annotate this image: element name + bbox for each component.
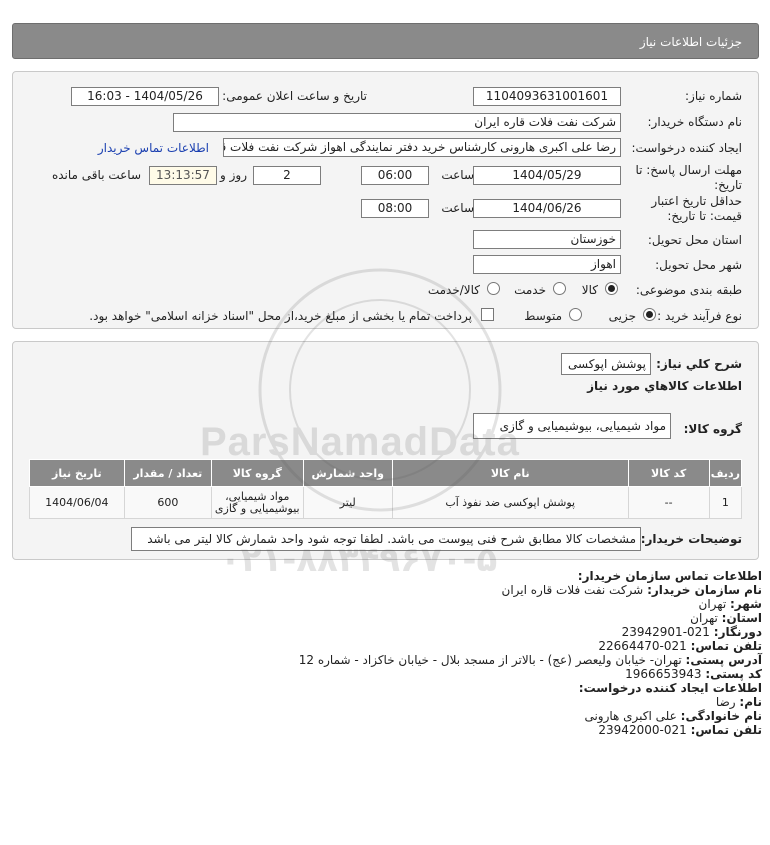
province-label: استان محل تحویل: — [647, 233, 742, 247]
creator-line: تلفن تماس: 021-23942000 — [598, 723, 762, 737]
validity-label-2: قیمت: تا تاریخ: — [667, 209, 742, 223]
creator-line: نام: رضا — [715, 695, 762, 709]
category-radio-service[interactable] — [553, 282, 566, 295]
remaining-timer: 13:13:57 — [149, 166, 217, 185]
page-header: جزئیات اطلاعات نیاز — [12, 23, 759, 59]
goods-table: ردیف کد کالا نام کالا واحد شمارش گروه کا… — [29, 459, 743, 519]
process-label: نوع فرآیند خرید : — [657, 309, 742, 323]
process-option-minor: جزیی — [608, 309, 636, 323]
buyer-org-field: شرکت نفت فلات قاره ایران — [173, 113, 621, 132]
treasury-payment-note: پرداخت تمام یا بخشی از مبلغ خرید،از محل … — [89, 309, 472, 323]
cell-item-code: -- — [627, 486, 710, 519]
process-radio-medium[interactable] — [569, 308, 582, 321]
col-item-code: کد کالا — [627, 459, 710, 487]
deadline-label-2: تاریخ: — [714, 178, 742, 192]
goods-group-field: مواد شیمیایی، بیوشیمیایی و گازی — [473, 413, 671, 439]
days-label: روز و — [220, 168, 247, 182]
validity-label: حداقل تاریخ اعتبار — [651, 194, 742, 208]
col-goods-group: گروه کالا — [211, 459, 304, 487]
col-item-name: نام کالا — [391, 459, 629, 487]
category-option-both: کالا/خدمت — [427, 283, 480, 297]
creator-field: رضا علی اکبری هارونی کارشناس خرید دفتر ن… — [223, 138, 621, 157]
cell-need-date: 1404/06/04 — [29, 486, 125, 519]
col-quantity: تعداد / مقدار — [123, 459, 213, 487]
table-header-row: ردیف کد کالا نام کالا واحد شمارش گروه کا… — [29, 459, 743, 487]
deadline-time-field: 06:00 — [361, 166, 429, 185]
announce-label: تاریخ و ساعت اعلان عمومی: — [222, 89, 367, 103]
buyer-org-label: نام دستگاه خریدار: — [647, 115, 743, 129]
buyer-notes-label: توضیحات خریدار: — [640, 532, 742, 546]
deadline-time-label: ساعت — [441, 168, 474, 182]
buyer-contact-link[interactable]: اطلاعات تماس خریدار — [98, 141, 209, 155]
city-label: شهر محل تحویل: — [655, 258, 742, 272]
contact-line: دورنگار: 021-23942901 — [621, 625, 762, 639]
contact-section-title: اطلاعات تماس سازمان خریدار: — [577, 569, 762, 583]
need-details-panel: شرح کلي نياز: پوشش اپوکسی اطلاعات کالاها… — [12, 341, 759, 560]
creator-section-title: اطلاعات ایجاد کننده درخواست: — [578, 681, 762, 695]
need-number-label: شماره نیاز: — [685, 89, 742, 103]
province-field: خوزستان — [473, 230, 621, 249]
table-row: 1 -- پوشش اپوکسی ضد نفوذ آب لیتر مواد شی… — [29, 486, 743, 519]
need-info-panel: شماره نیاز: 1104093631001601 تاریخ و ساع… — [12, 71, 759, 329]
need-number-field: 1104093631001601 — [473, 87, 621, 106]
contact-line: شهر: تهران — [698, 597, 762, 611]
category-radio-both[interactable] — [487, 282, 500, 295]
category-option-goods: کالا — [581, 283, 598, 297]
deadline-date-field: 1404/05/29 — [473, 166, 621, 185]
category-radio-goods[interactable] — [605, 282, 618, 295]
city-field: اهواز — [473, 255, 621, 274]
general-desc-label: شرح کلي نياز: — [656, 357, 742, 371]
cell-goods-group: مواد شیمیایی، بیوشیمیایی و گازی — [211, 486, 304, 519]
validity-time-field: 08:00 — [361, 199, 429, 218]
cell-item-name: پوشش اپوکسی ضد نفوذ آب — [391, 486, 629, 519]
cell-quantity: 600 — [123, 486, 213, 519]
process-radio-minor[interactable] — [643, 308, 656, 321]
creator-line: نام خانوادگی: علی اکبری هارونی — [584, 709, 762, 723]
announce-field: 1404/05/26 - 16:03 — [71, 87, 219, 106]
buyer-notes-field: مشخصات کالا مطابق شرح فنی پیوست می باشد.… — [131, 527, 641, 551]
contact-line: کد پستی: 1966653943 — [625, 667, 762, 681]
col-row-num: ردیف — [708, 459, 743, 487]
deadline-label: مهلت ارسال پاسخ: تا — [635, 163, 742, 177]
col-need-date: تاریخ نیاز — [29, 459, 125, 487]
creator-label: ایجاد کننده درخواست: — [631, 141, 742, 155]
goods-group-label: گروه کالا: — [683, 422, 742, 436]
days-count-field: 2 — [253, 166, 321, 185]
category-label: طبقه بندی موضوعی: — [635, 283, 742, 297]
cell-row-num: 1 — [708, 486, 743, 519]
contact-line: نام سازمان خریدار: شرکت نفت فلات قاره ای… — [501, 583, 763, 597]
treasury-payment-checkbox[interactable] — [481, 308, 494, 321]
contact-line: آدرس پستی: تهران- خیابان ولیعصر (عج) - ب… — [298, 653, 762, 667]
contact-line: تلفن تماس: 021-22664470 — [598, 639, 762, 653]
validity-time-label: ساعت — [441, 201, 474, 215]
cell-unit: لیتر — [302, 486, 393, 519]
col-unit: واحد شمارش — [302, 459, 393, 487]
remaining-label: ساعت باقی مانده — [51, 168, 141, 182]
category-option-service: خدمت — [514, 283, 546, 297]
goods-info-title: اطلاعات کالاهاي مورد نياز — [587, 379, 742, 393]
buyer-contact-section: اطلاعات تماس سازمان خریدار: نام سازمان خ… — [2, 569, 762, 737]
contact-line: استان: تهران — [690, 611, 762, 625]
general-desc-field: پوشش اپوکسی — [561, 353, 651, 375]
page-title: جزئیات اطلاعات نیاز — [639, 35, 742, 49]
process-option-medium: متوسط — [524, 309, 562, 323]
validity-date-field: 1404/06/26 — [473, 199, 621, 218]
